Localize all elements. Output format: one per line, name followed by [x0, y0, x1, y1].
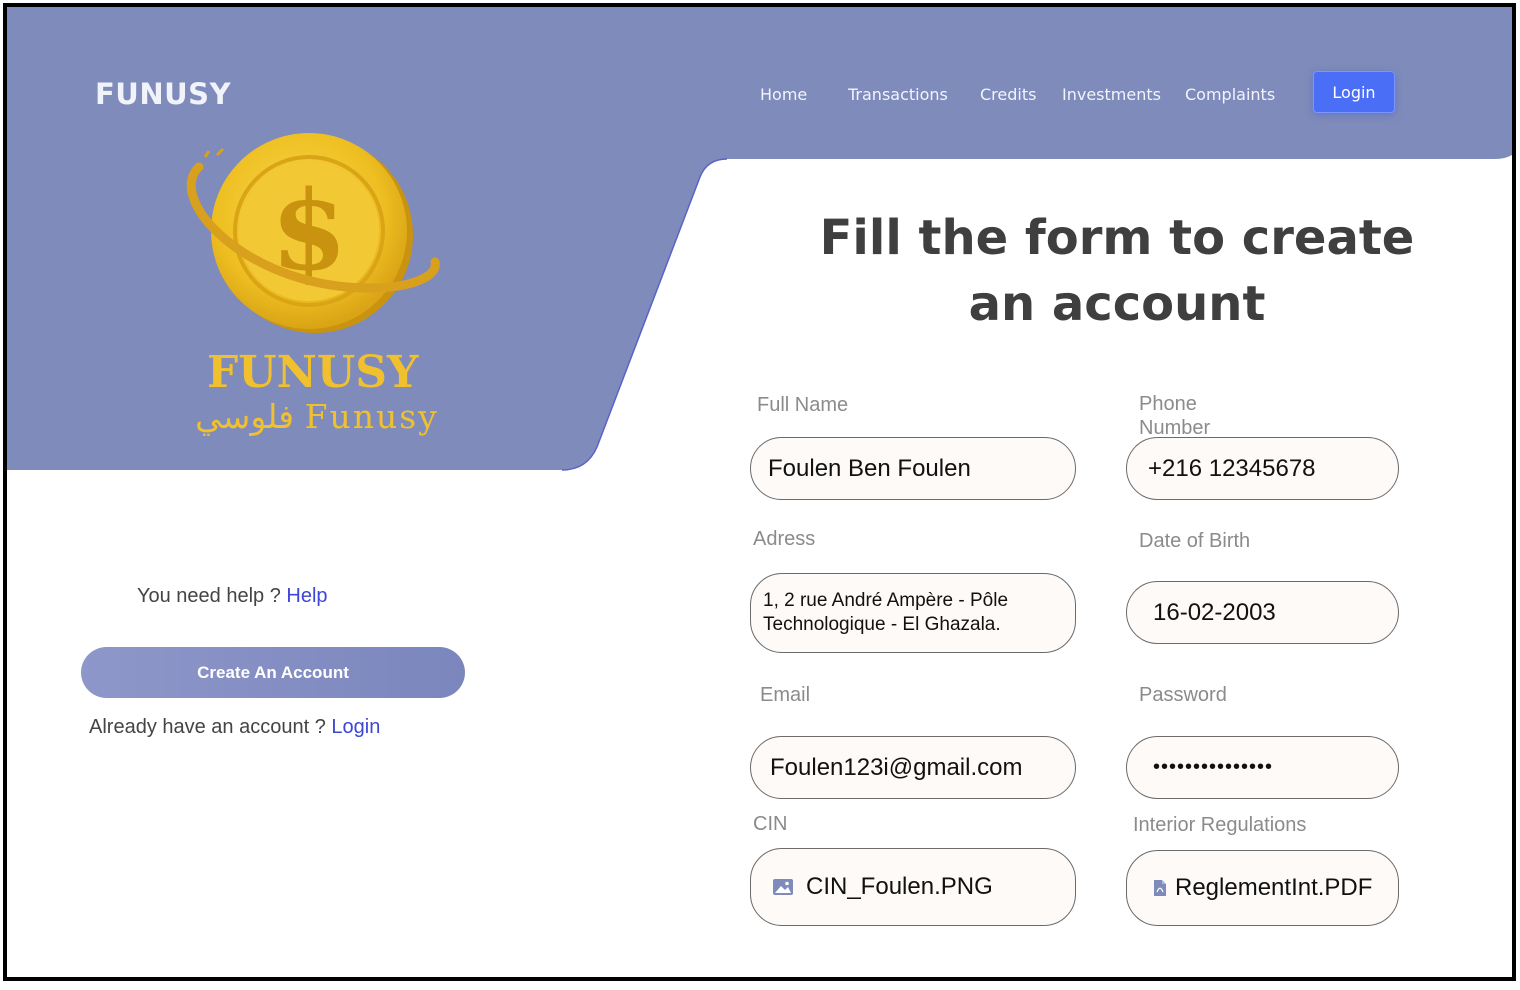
logo-subtitle: فلوسي Funusy: [195, 397, 439, 436]
dob-value: 16-02-2003: [1153, 598, 1276, 626]
full-name-value: Foulen Ben Foulen: [768, 454, 971, 482]
dob-label: Date of Birth: [1139, 530, 1251, 552]
regulations-file-input[interactable]: ReglementInt.PDF: [1126, 850, 1399, 926]
help-line: You need help ? Help: [137, 585, 328, 608]
full-name-label: Full Name: [757, 394, 849, 416]
email-value: Foulen123i@gmail.com: [770, 753, 1023, 781]
cin-label: CIN: [753, 813, 788, 835]
dob-input[interactable]: 16-02-2003: [1126, 581, 1399, 644]
nav-home[interactable]: Home: [760, 85, 807, 104]
image-icon: [773, 879, 793, 895]
password-label: Password: [1139, 684, 1227, 706]
have-account-prefix: Already have an account ?: [89, 716, 332, 738]
cin-file-input[interactable]: CIN_Foulen.PNG: [750, 848, 1076, 926]
help-link[interactable]: Help: [286, 585, 327, 607]
nav-transactions[interactable]: Transactions: [848, 85, 948, 104]
page-frame: FUNUSY Home Transactions Credits Investm…: [3, 3, 1516, 981]
address-label: Adress: [753, 528, 816, 550]
help-prefix: You need help ?: [137, 585, 287, 607]
regulations-label: Interior Regulations: [1133, 814, 1307, 836]
login-link[interactable]: Login: [331, 716, 380, 738]
phone-value: +216 12345678: [1148, 454, 1316, 482]
address-value: 1, 2 rue André Ampère - Pôle Technologiq…: [763, 590, 1009, 635]
regulations-value: ReglementInt.PDF: [1175, 874, 1373, 901]
password-input[interactable]: •••••••••••••••: [1126, 736, 1399, 799]
header-login-button[interactable]: Login: [1313, 71, 1395, 113]
nav-complaints[interactable]: Complaints: [1185, 85, 1275, 104]
password-value: •••••••••••••••: [1153, 756, 1274, 778]
pdf-file-icon: [1154, 880, 1166, 896]
have-account-line: Already have an account ? Login: [89, 716, 380, 739]
email-input[interactable]: Foulen123i@gmail.com: [750, 736, 1076, 799]
email-label: Email: [760, 684, 811, 706]
form-title: Fill the form to create an account: [819, 210, 1415, 332]
create-account-button[interactable]: Create An Account: [81, 647, 465, 698]
phone-label: Phone Number: [1139, 393, 1211, 439]
full-name-input[interactable]: Foulen Ben Foulen: [750, 437, 1076, 500]
nav-credits[interactable]: Credits: [980, 85, 1036, 104]
brand-name[interactable]: FUNUSY: [95, 77, 231, 111]
nav-investments[interactable]: Investments: [1062, 85, 1161, 104]
logo-name: FUNUSY: [207, 347, 419, 398]
address-input[interactable]: 1, 2 rue André Ampère - Pôle Technologiq…: [750, 573, 1076, 653]
cin-value: CIN_Foulen.PNG: [806, 873, 993, 900]
phone-input[interactable]: +216 12345678: [1126, 437, 1399, 500]
